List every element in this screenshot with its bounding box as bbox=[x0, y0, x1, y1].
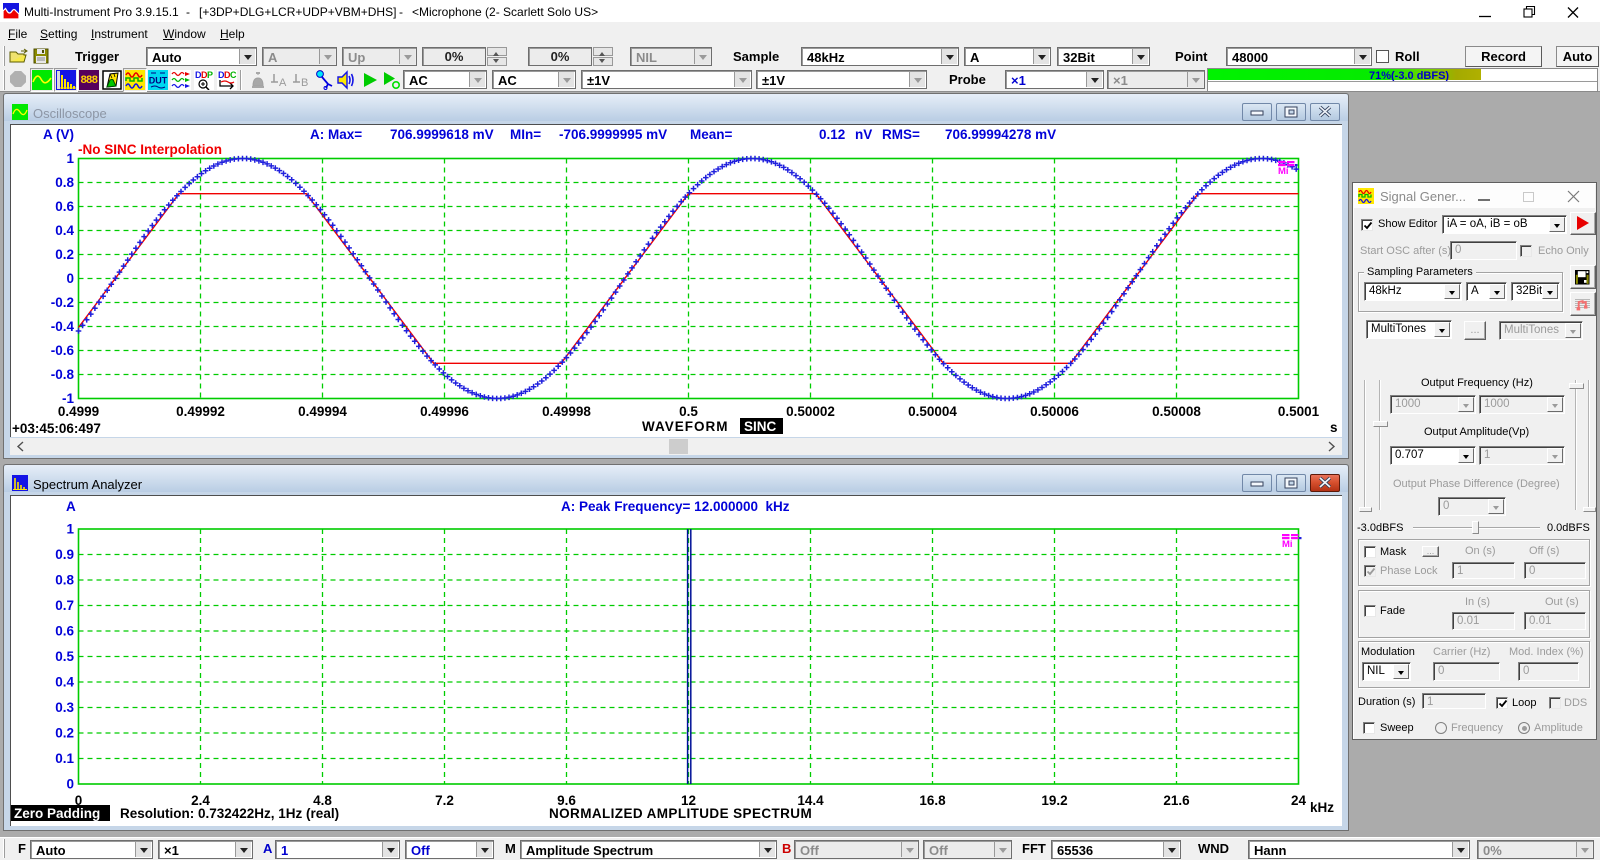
svg-text:21.6: 21.6 bbox=[1163, 793, 1190, 808]
svg-text:0.5: 0.5 bbox=[679, 404, 698, 419]
svg-text:0.6: 0.6 bbox=[55, 199, 74, 214]
svg-text:A (V): A (V) bbox=[43, 127, 74, 142]
svg-text:0.50008: 0.50008 bbox=[1152, 404, 1201, 419]
svg-text:A: Max=: A: Max= bbox=[310, 127, 362, 142]
svg-text:0.49998: 0.49998 bbox=[542, 404, 591, 419]
svg-text:0.2: 0.2 bbox=[55, 726, 74, 741]
svg-text:0.5001: 0.5001 bbox=[1278, 404, 1320, 419]
svg-text:0.50006: 0.50006 bbox=[1030, 404, 1079, 419]
svg-text:Zero Padding: Zero Padding bbox=[14, 806, 100, 821]
svg-text:0: 0 bbox=[66, 777, 74, 792]
svg-text:706.9999618 mV: 706.9999618 mV bbox=[390, 127, 494, 142]
svg-text:0.49992: 0.49992 bbox=[176, 404, 225, 419]
svg-text:24: 24 bbox=[1291, 793, 1307, 808]
svg-text:1: 1 bbox=[66, 151, 74, 166]
svg-text:0.2: 0.2 bbox=[55, 247, 74, 262]
svg-text:Mi: Mi bbox=[1278, 166, 1289, 177]
svg-text:0.8: 0.8 bbox=[55, 573, 74, 588]
svg-text:0: 0 bbox=[66, 271, 74, 286]
svg-text:19.2: 19.2 bbox=[1041, 793, 1067, 808]
svg-text:A: A bbox=[66, 499, 76, 514]
svg-text:0.9: 0.9 bbox=[55, 547, 74, 562]
svg-text:+03:45:06:497: +03:45:06:497 bbox=[12, 421, 101, 436]
svg-text:NORMALIZED AMPLITUDE SPECTRUM: NORMALIZED AMPLITUDE SPECTRUM bbox=[549, 806, 812, 821]
svg-text:WAVEFORM: WAVEFORM bbox=[642, 419, 729, 434]
svg-text:kHz: kHz bbox=[1310, 800, 1334, 815]
svg-text:MIn=: MIn= bbox=[510, 127, 541, 142]
svg-text:0.50002: 0.50002 bbox=[786, 404, 835, 419]
svg-text:Mean=: Mean= bbox=[690, 127, 733, 142]
svg-text:SINC: SINC bbox=[744, 419, 777, 434]
svg-text:0.5: 0.5 bbox=[55, 649, 74, 664]
svg-text:0.49994: 0.49994 bbox=[298, 404, 347, 419]
svg-text:A: Peak Frequency= 12.000000: A: Peak Frequency= 12.000000 kHz bbox=[561, 499, 790, 514]
svg-text:0.7: 0.7 bbox=[55, 598, 74, 613]
svg-text:-0.8: -0.8 bbox=[51, 367, 75, 382]
svg-text:-0.4: -0.4 bbox=[51, 319, 75, 334]
svg-text:0.12: 0.12 bbox=[819, 127, 845, 142]
svg-text:0.49996: 0.49996 bbox=[420, 404, 469, 419]
svg-text:0.8: 0.8 bbox=[55, 175, 74, 190]
svg-text:0.1: 0.1 bbox=[55, 751, 74, 766]
svg-text:-0.6: -0.6 bbox=[51, 343, 75, 358]
svg-text:1: 1 bbox=[66, 522, 74, 537]
svg-text:0.50004: 0.50004 bbox=[908, 404, 957, 419]
svg-text:-706.9999995 mV: -706.9999995 mV bbox=[559, 127, 667, 142]
svg-text:-0.2: -0.2 bbox=[51, 295, 74, 310]
svg-text:0.4999: 0.4999 bbox=[58, 404, 99, 419]
svg-text:Resolution: 0.732422Hz, 1Hz (r: Resolution: 0.732422Hz, 1Hz (real) bbox=[120, 806, 339, 821]
svg-text:0.3: 0.3 bbox=[55, 700, 74, 715]
svg-text:7.2: 7.2 bbox=[435, 793, 454, 808]
svg-text:0.6: 0.6 bbox=[55, 624, 74, 639]
svg-text:16.8: 16.8 bbox=[919, 793, 946, 808]
svg-text:s: s bbox=[1330, 420, 1338, 435]
svg-text:Mi: Mi bbox=[1282, 539, 1293, 550]
svg-text:0.4: 0.4 bbox=[55, 223, 74, 238]
svg-text:RMS=: RMS= bbox=[882, 127, 920, 142]
svg-text:0.4: 0.4 bbox=[55, 675, 74, 690]
svg-text:-No SINC Interpolation: -No SINC Interpolation bbox=[78, 142, 222, 157]
svg-text:nV: nV bbox=[855, 127, 872, 142]
svg-text:706.99994278 mV: 706.99994278 mV bbox=[945, 127, 1056, 142]
